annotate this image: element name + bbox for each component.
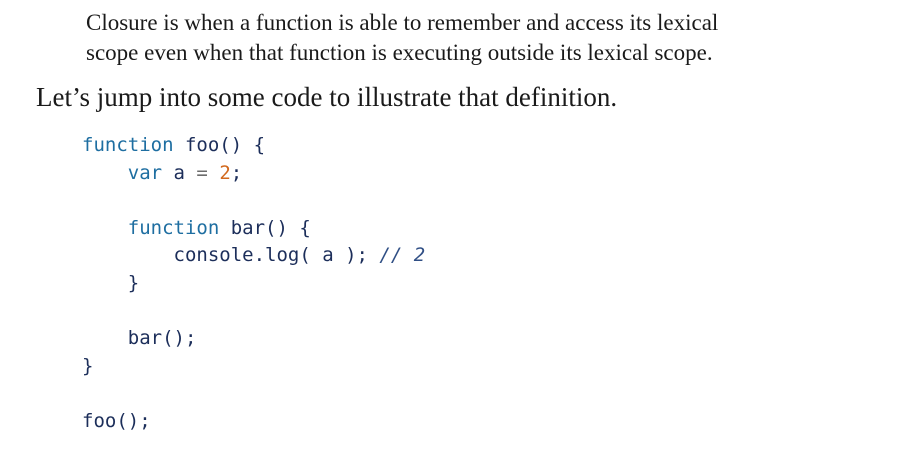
body-paragraph: Let’s jump into some code to illustrate … [36, 82, 618, 112]
code-line-11: foo(); [82, 408, 425, 436]
code-line-7-blank [82, 298, 425, 326]
code-text: } [82, 354, 94, 377]
code-text: ; [230, 161, 243, 184]
code-line-1: function foo() { [82, 132, 425, 160]
quote-line-2: scope even when that function is executi… [86, 40, 713, 65]
code-text: } [127, 271, 140, 294]
keyword-var: var [127, 161, 163, 184]
code-line-2: var a = 2; [82, 160, 425, 188]
code-text: bar() { [219, 216, 311, 239]
quote-line-1: Closure is when a function is able to re… [86, 10, 719, 35]
code-text: foo(); [82, 409, 151, 432]
keyword-function: function [127, 216, 220, 239]
code-line-9: } [82, 353, 425, 381]
code-text: bar(); [127, 327, 197, 350]
number-literal: 2 [219, 161, 231, 184]
code-line-4: function bar() { [82, 215, 425, 243]
closure-definition-quote: Closure is when a function is able to re… [86, 8, 886, 68]
keyword-function: function [82, 134, 174, 156]
code-comment: // 2 [379, 244, 426, 267]
code-line-8: bar(); [82, 325, 425, 353]
code-line-3-blank [82, 187, 425, 215]
code-line-10-blank [82, 380, 425, 408]
code-line-6: } [82, 270, 425, 298]
code-block: function foo() { var a = 2; function bar… [82, 132, 425, 436]
operator-assign: = [196, 161, 208, 184]
code-text: console.log( a ); [173, 244, 380, 267]
code-text: a [162, 161, 197, 184]
code-text: foo() { [173, 134, 266, 156]
code-line-5: console.log( a ); // 2 [82, 242, 426, 270]
